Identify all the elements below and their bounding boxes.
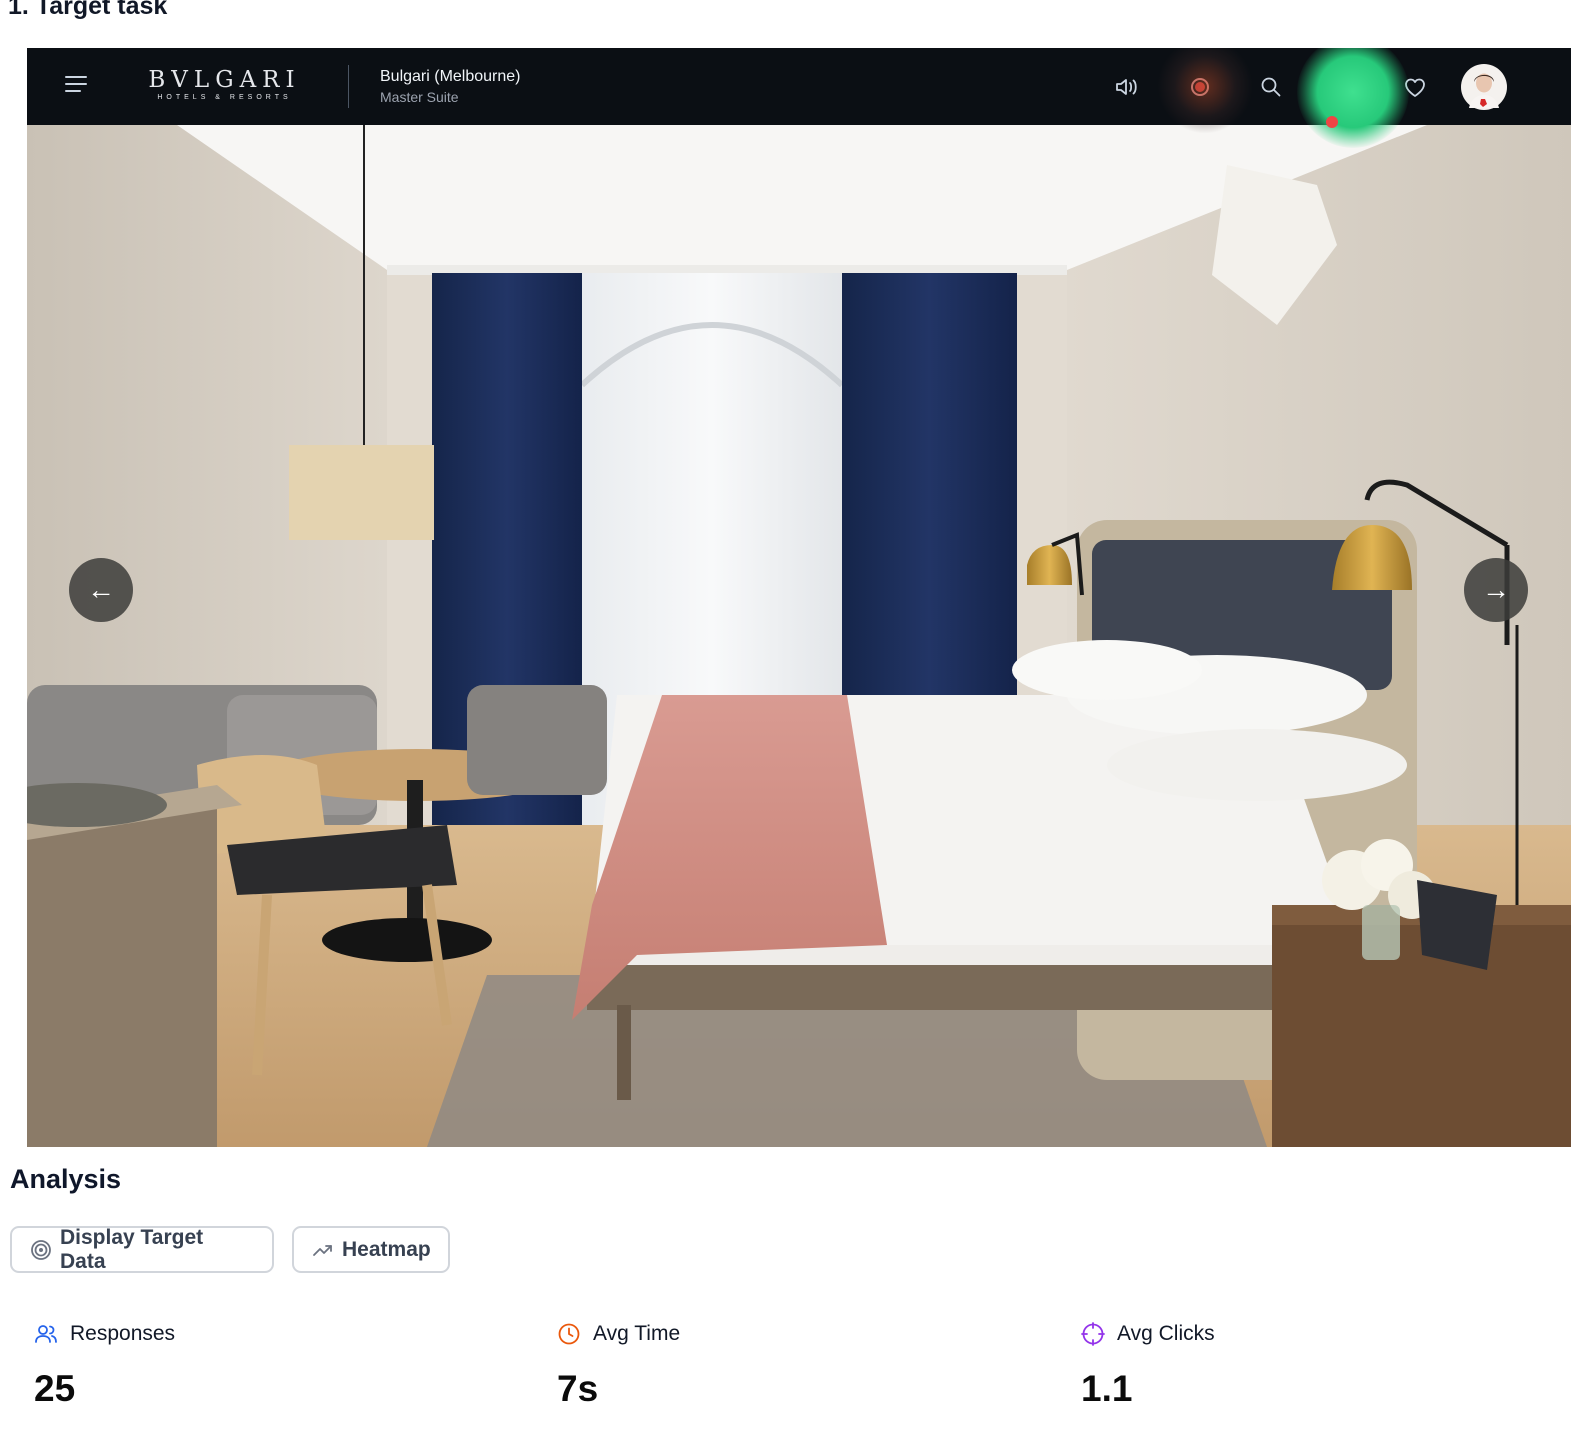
stat-responses-value: 25: [34, 1368, 76, 1409]
room-name: Master Suite: [380, 89, 459, 105]
brand-logo: BVLGARI HOTELS & RESORTS: [137, 68, 312, 101]
stat-avg-clicks: Avg Clicks 1.1: [1081, 1322, 1215, 1410]
header-divider: [348, 65, 349, 108]
search-icon[interactable]: [1256, 48, 1286, 125]
task-title: 1. Target task: [8, 0, 168, 20]
stat-avg-time-label: Avg Time: [593, 1322, 681, 1345]
trend-icon: [312, 1241, 334, 1259]
speaker-icon[interactable]: [1112, 48, 1142, 125]
avatar[interactable]: [1460, 48, 1508, 125]
users-icon: [34, 1322, 58, 1346]
crosshair-icon: [1081, 1322, 1105, 1346]
brand-tagline: HOTELS & RESORTS: [157, 94, 292, 101]
prev-image-button[interactable]: ←: [69, 558, 133, 622]
analysis-title: Analysis: [10, 1164, 122, 1194]
stat-responses: Responses 25: [34, 1322, 175, 1410]
menu-icon[interactable]: [65, 76, 87, 94]
stat-responses-label: Responses: [70, 1322, 176, 1345]
stat-avg-clicks-label: Avg Clicks: [1117, 1322, 1215, 1345]
target-preview: BVLGARI HOTELS & RESORTS Bulgari (Melbou…: [27, 48, 1571, 1147]
room-photo: [27, 125, 1571, 1147]
next-image-button[interactable]: →: [1464, 558, 1528, 622]
brand-name: BVLGARI: [148, 67, 301, 93]
clock-icon: [557, 1322, 581, 1346]
stat-avg-time-value: 7s: [557, 1368, 599, 1409]
stat-avg-clicks-value: 1.1: [1081, 1368, 1133, 1409]
display-target-data-button[interactable]: Display Target Data: [10, 1226, 274, 1273]
click-marker: [1326, 116, 1338, 128]
target-icon: [30, 1239, 52, 1261]
display-target-data-label: Display Target Data: [60, 1225, 204, 1273]
hotel-name: Bulgari (Melbourne): [380, 68, 521, 85]
heatmap-button[interactable]: Heatmap: [292, 1226, 450, 1273]
stat-avg-time: Avg Time 7s: [557, 1322, 680, 1410]
heatmap-label: Heatmap: [342, 1237, 431, 1261]
